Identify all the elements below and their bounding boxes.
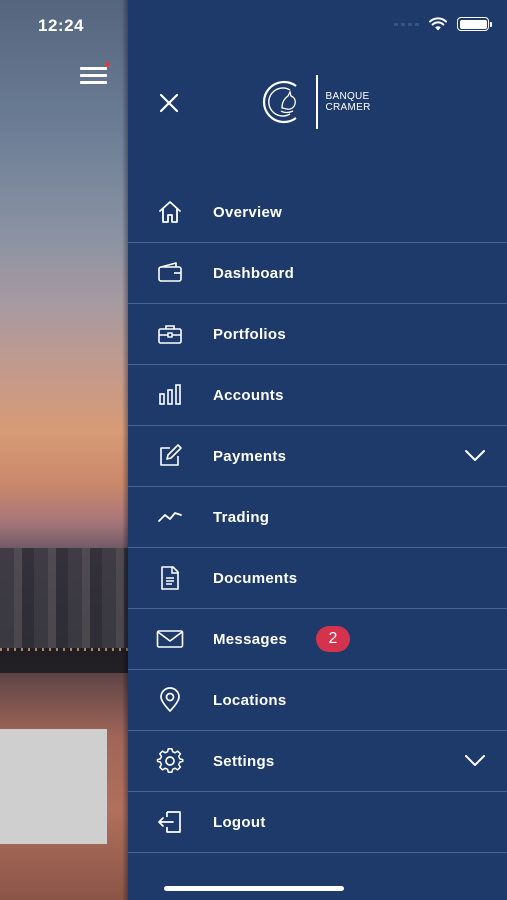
menu-item-dashboard[interactable]: Dashboard <box>128 243 507 304</box>
gear-icon <box>156 748 184 773</box>
menu-item-overview[interactable]: Overview <box>128 182 507 243</box>
close-icon <box>159 93 179 113</box>
hamburger-menu-button[interactable] <box>80 62 110 86</box>
notification-dot <box>105 62 110 67</box>
brand-line-1: BANQUE <box>325 91 370 102</box>
wifi-icon <box>429 17 447 31</box>
menu-label: Logout <box>213 813 266 831</box>
home-indicator[interactable] <box>164 886 344 891</box>
brand-name: BANQUE CRAMER <box>326 91 371 113</box>
menu-item-logout[interactable]: Logout <box>128 792 507 853</box>
unread-count-badge: 2 <box>316 626 350 652</box>
nav-menu: Overview Dashboard Portfolios Accounts P… <box>128 182 507 853</box>
menu-label: Documents <box>213 569 298 587</box>
menu-label: Messages <box>213 630 288 648</box>
navigation-drawer: BANQUE CRAMER Overview Dashboard Portfol… <box>128 0 507 900</box>
bar-chart-icon <box>159 384 181 405</box>
edit-icon <box>160 444 182 466</box>
menu-item-documents[interactable]: Documents <box>128 548 507 609</box>
menu-label: Locations <box>213 691 287 709</box>
close-button[interactable] <box>158 92 180 114</box>
menu-label: Settings <box>213 752 275 770</box>
chevron-down-icon[interactable] <box>465 450 485 462</box>
bank-logo: BANQUE CRAMER <box>260 74 371 130</box>
logout-icon <box>158 811 181 833</box>
menu-item-settings[interactable]: Settings <box>128 731 507 792</box>
menu-label: Dashboard <box>213 264 295 282</box>
logo-emblem-icon <box>262 80 297 124</box>
home-icon <box>159 201 181 223</box>
menu-item-trading[interactable]: Trading <box>128 487 507 548</box>
status-icons <box>394 17 492 31</box>
menu-item-portfolios[interactable]: Portfolios <box>128 304 507 365</box>
menu-label: Payments <box>213 447 287 465</box>
location-pin-icon <box>160 687 180 712</box>
menu-item-accounts[interactable]: Accounts <box>128 365 507 426</box>
envelope-icon <box>156 630 184 648</box>
menu-item-locations[interactable]: Locations <box>128 670 507 731</box>
document-icon <box>161 566 179 590</box>
background-photo: 12:24 <box>0 0 128 900</box>
chevron-down-icon[interactable] <box>465 755 485 767</box>
trend-line-icon <box>158 512 182 522</box>
battery-icon <box>457 17 492 31</box>
menu-label: Portfolios <box>213 325 286 343</box>
menu-label: Overview <box>213 203 283 221</box>
status-time: 12:24 <box>38 16 84 35</box>
menu-label: Trading <box>213 508 270 526</box>
content-card-placeholder <box>0 729 107 844</box>
menu-item-messages[interactable]: Messages 2 <box>128 609 507 670</box>
wallet-icon <box>158 262 182 282</box>
briefcase-icon <box>158 325 182 344</box>
brand-line-2: CRAMER <box>325 102 371 113</box>
menu-item-payments[interactable]: Payments <box>128 426 507 487</box>
logo-divider <box>316 75 318 129</box>
menu-label: Accounts <box>213 386 284 404</box>
cellular-signal-icon <box>394 22 419 26</box>
city-skyline <box>0 548 128 673</box>
